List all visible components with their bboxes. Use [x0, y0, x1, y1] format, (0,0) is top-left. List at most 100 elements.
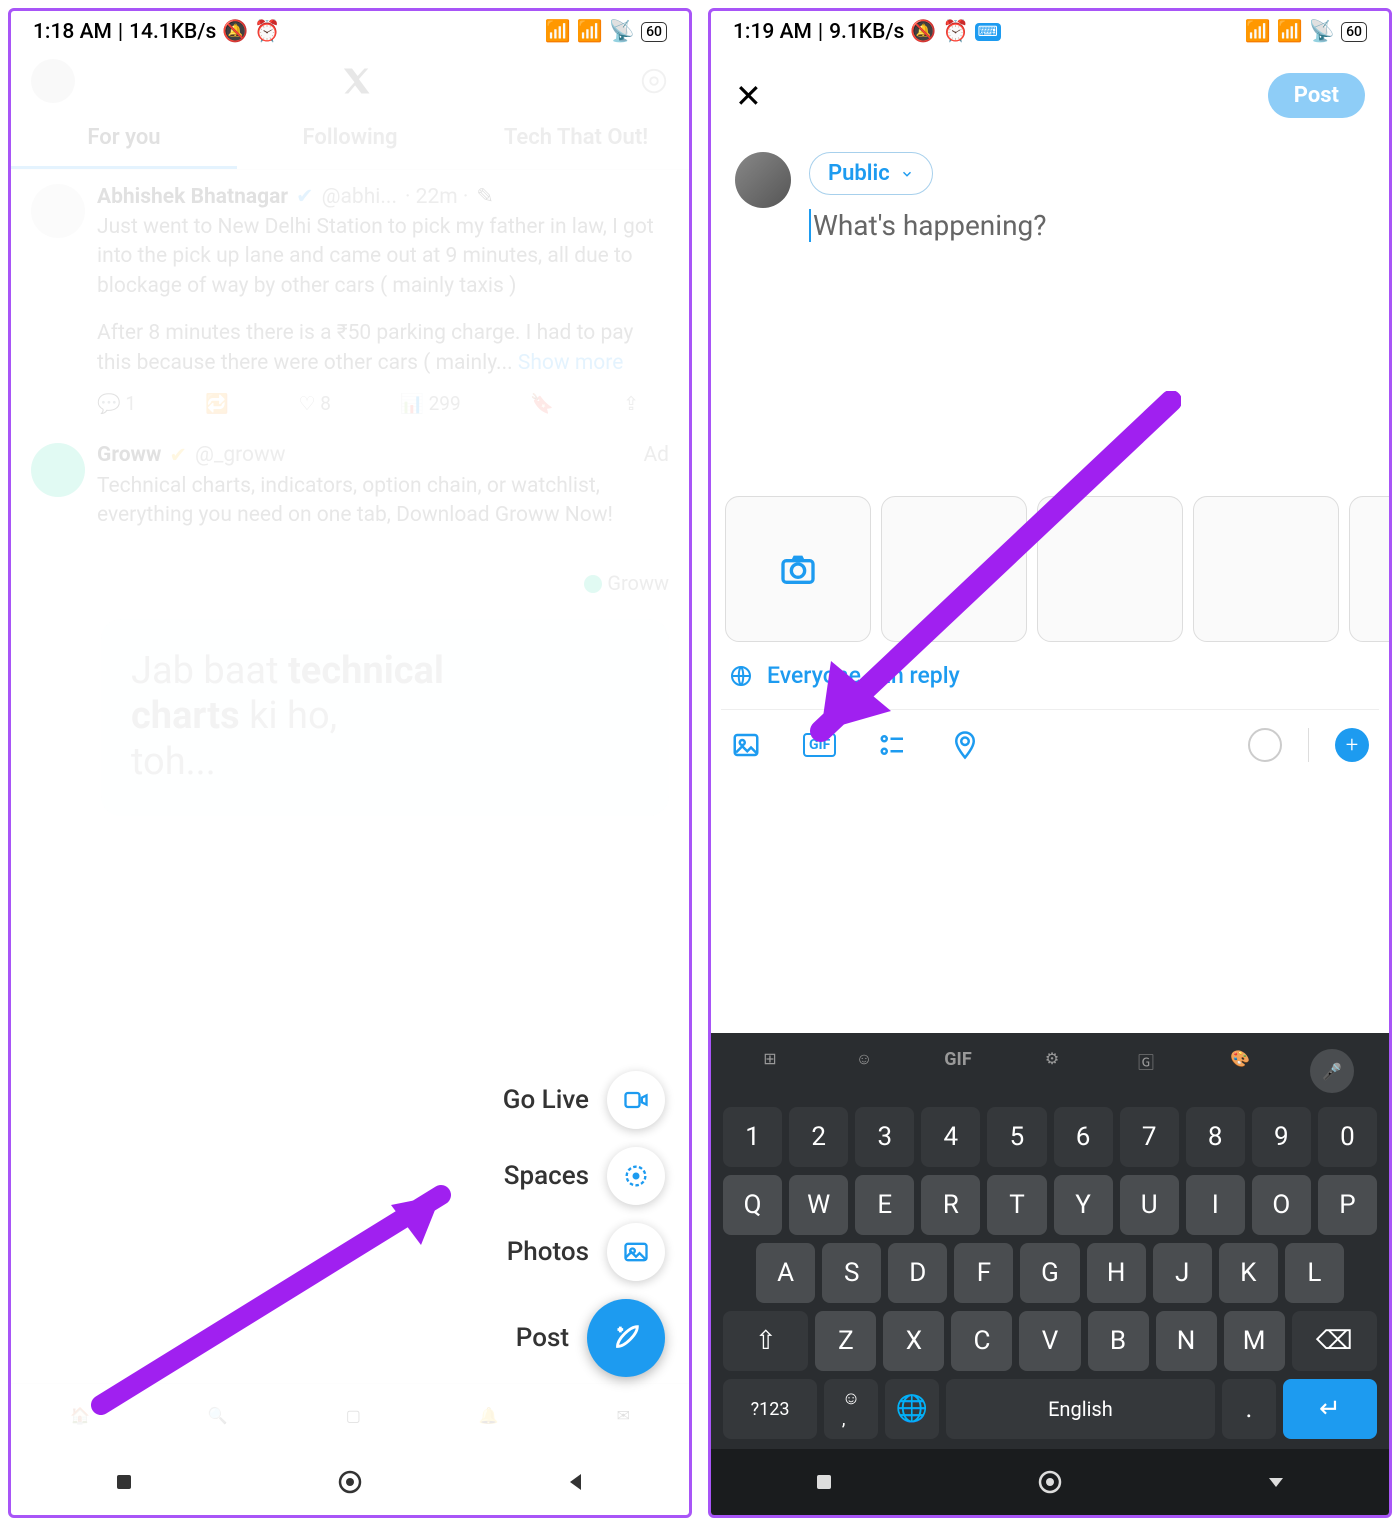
compose-fab[interactable] — [587, 1299, 665, 1377]
kb-gif-icon[interactable]: GIF — [934, 1049, 982, 1093]
key-emoji[interactable]: ☺, — [824, 1379, 878, 1439]
key-9[interactable]: 9 — [1252, 1107, 1311, 1167]
tab-for-you[interactable]: For you — [11, 109, 237, 169]
key-7[interactable]: 7 — [1120, 1107, 1179, 1167]
key-s[interactable]: S — [822, 1243, 881, 1303]
key-o[interactable]: O — [1252, 1175, 1311, 1235]
kb-translate-icon[interactable]: 🄶 — [1122, 1049, 1170, 1093]
key-r[interactable]: R — [921, 1175, 980, 1235]
settings-icon[interactable] — [639, 66, 669, 96]
key-shift[interactable]: ⇧ — [723, 1311, 808, 1371]
key-z[interactable]: Z — [815, 1311, 876, 1371]
golive-button[interactable] — [607, 1071, 665, 1129]
key-h[interactable]: H — [1087, 1243, 1146, 1303]
views-icon[interactable]: 📊 299 — [400, 392, 460, 415]
tweet[interactable]: Abhishek Bhatnagar ✔ @abhi... · 22m · ✎ … — [11, 170, 689, 429]
compose-avatar[interactable] — [735, 152, 791, 208]
key-b[interactable]: B — [1088, 1311, 1149, 1371]
reply-settings[interactable]: Everyone can reply — [711, 642, 1389, 709]
key-k[interactable]: K — [1219, 1243, 1278, 1303]
kb-mic-icon[interactable]: 🎤 — [1310, 1049, 1354, 1093]
nav-recents-icon[interactable] — [812, 1470, 836, 1494]
keyboard-indicator-icon: ⌨ — [975, 23, 1001, 41]
key-f[interactable]: F — [954, 1243, 1013, 1303]
key-q[interactable]: Q — [723, 1175, 782, 1235]
retweet-icon[interactable]: 🔁 — [205, 392, 229, 415]
share-icon[interactable]: ⇪ — [623, 392, 639, 415]
compose-input[interactable]: What's happening? — [809, 209, 1047, 242]
key-v[interactable]: V — [1019, 1311, 1080, 1371]
gif-icon[interactable]: GIF — [803, 733, 836, 757]
mail-icon[interactable]: ✉ — [617, 1406, 630, 1425]
key-0[interactable]: 0 — [1318, 1107, 1377, 1167]
key-enter[interactable]: ↵ — [1283, 1379, 1377, 1439]
kb-theme-icon[interactable]: 🎨 — [1216, 1049, 1264, 1093]
kb-menu-icon[interactable]: ⊞ — [746, 1049, 794, 1093]
key-c[interactable]: C — [951, 1311, 1012, 1371]
tab-following[interactable]: Following — [237, 109, 463, 169]
add-thread-button[interactable]: + — [1335, 728, 1369, 762]
key-w[interactable]: W — [789, 1175, 848, 1235]
tweet-avatar[interactable] — [31, 184, 85, 238]
show-more-link[interactable]: Show more — [518, 351, 623, 375]
nav-back-icon[interactable] — [564, 1470, 588, 1494]
tweet-avatar[interactable] — [31, 443, 85, 497]
key-backspace[interactable]: ⌫ — [1292, 1311, 1377, 1371]
bookmark-icon[interactable]: 🔖 — [530, 392, 554, 415]
key-e[interactable]: E — [855, 1175, 914, 1235]
image-icon[interactable] — [731, 730, 761, 760]
gallery-thumb[interactable] — [1349, 496, 1389, 642]
nav-home-icon[interactable] — [337, 1469, 363, 1495]
key-t[interactable]: T — [987, 1175, 1046, 1235]
reply-icon[interactable]: 💬 1 — [97, 392, 136, 415]
key-8[interactable]: 8 — [1186, 1107, 1245, 1167]
key-3[interactable]: 3 — [855, 1107, 914, 1167]
key-j[interactable]: J — [1153, 1243, 1212, 1303]
key-g[interactable]: G — [1020, 1243, 1079, 1303]
key-space[interactable]: English — [946, 1379, 1215, 1439]
nav-home-icon[interactable] — [1037, 1469, 1063, 1495]
audience-selector[interactable]: Public — [809, 152, 933, 195]
key-1[interactable]: 1 — [723, 1107, 782, 1167]
like-icon[interactable]: ♡ 8 — [298, 392, 330, 415]
key-x[interactable]: X — [883, 1311, 944, 1371]
key-y[interactable]: Y — [1054, 1175, 1113, 1235]
nav-recents-icon[interactable] — [112, 1470, 136, 1494]
gallery-thumb[interactable] — [881, 496, 1027, 642]
key-symbols[interactable]: ?123 — [723, 1379, 817, 1439]
search-icon[interactable]: 🔍 — [208, 1406, 228, 1425]
camera-button[interactable] — [725, 496, 871, 642]
key-p[interactable]: P — [1318, 1175, 1377, 1235]
nav-keyboard-down-icon[interactable] — [1264, 1470, 1288, 1494]
close-button[interactable]: ✕ — [735, 77, 762, 115]
key-2[interactable]: 2 — [789, 1107, 848, 1167]
kb-settings-icon[interactable]: ⚙ — [1028, 1049, 1076, 1093]
key-l[interactable]: L — [1285, 1243, 1344, 1303]
post-button[interactable]: Post — [1268, 73, 1365, 118]
key-u[interactable]: U — [1120, 1175, 1179, 1235]
key-lang[interactable]: 🌐 — [885, 1379, 939, 1439]
key-d[interactable]: D — [888, 1243, 947, 1303]
promo-card[interactable]: Jab baat technical charts ki ho, toh... — [101, 619, 669, 816]
gallery-thumb[interactable] — [1193, 496, 1339, 642]
key-n[interactable]: N — [1156, 1311, 1217, 1371]
key-period[interactable]: . — [1222, 1379, 1276, 1439]
kb-sticker-icon[interactable]: ☺ — [840, 1049, 888, 1093]
key-i[interactable]: I — [1186, 1175, 1245, 1235]
key-6[interactable]: 6 — [1054, 1107, 1113, 1167]
gallery-thumb[interactable] — [1037, 496, 1183, 642]
grok-icon[interactable]: ▢ — [346, 1406, 361, 1425]
home-icon[interactable]: 🏠 — [70, 1406, 90, 1425]
spaces-button[interactable] — [607, 1147, 665, 1205]
key-a[interactable]: A — [756, 1243, 815, 1303]
bell-icon[interactable]: 🔔 — [479, 1406, 499, 1425]
profile-avatar[interactable] — [31, 59, 75, 103]
photos-button[interactable] — [607, 1223, 665, 1281]
poll-icon[interactable] — [878, 730, 908, 760]
tab-tech[interactable]: Tech That Out! — [463, 109, 689, 169]
key-m[interactable]: M — [1224, 1311, 1285, 1371]
key-4[interactable]: 4 — [921, 1107, 980, 1167]
key-5[interactable]: 5 — [987, 1107, 1046, 1167]
tweet-ad[interactable]: Groww ✔ @_groww Ad Technical charts, ind… — [11, 429, 689, 609]
location-icon[interactable] — [950, 730, 980, 760]
